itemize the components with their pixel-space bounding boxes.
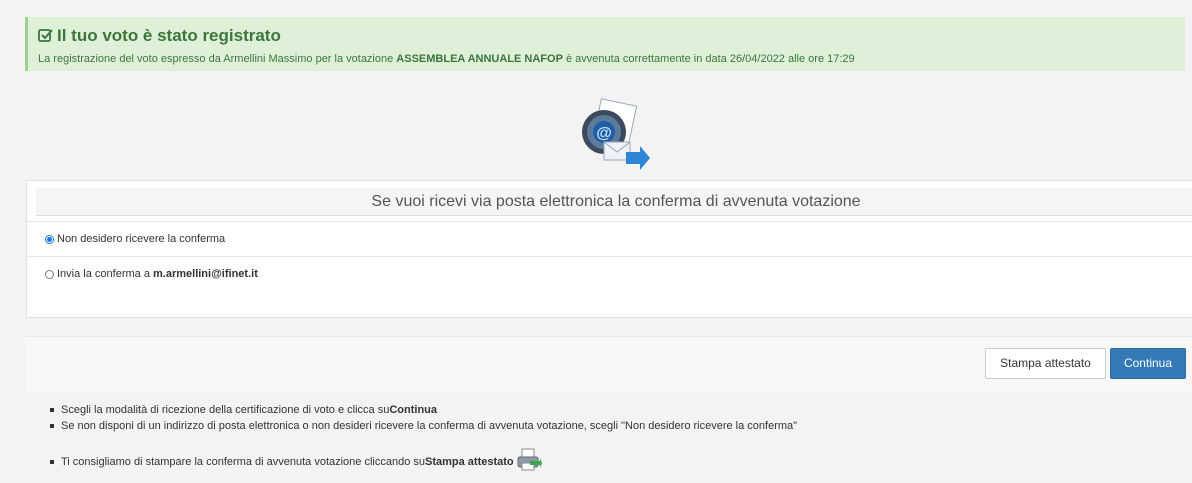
option-no-confirmation-label: Non desidero ricevere la conferma xyxy=(57,233,226,245)
bullet xyxy=(50,408,54,412)
list-item: Ti consigliamo di stampare la conferma d… xyxy=(50,448,542,475)
list-item: Scegli la modalità di ricezione della ce… xyxy=(50,404,437,416)
bullet xyxy=(50,459,54,464)
print-certificate-button[interactable]: Stampa attestato xyxy=(985,348,1106,379)
note-text: Scegli la modalità di ricezione della ce… xyxy=(61,404,390,416)
printer-icon xyxy=(516,448,542,475)
radio-no-confirmation[interactable] xyxy=(45,234,54,244)
note-text: Se non disponi di un indirizzo di posta … xyxy=(61,420,798,432)
note-bold: Stampa attestato xyxy=(425,455,514,468)
check-square-icon xyxy=(38,27,53,49)
email-confirmation-panel: Se vuoi ricevi via posta elettronica la … xyxy=(26,180,1192,318)
alert-title-text: Il tuo voto è stato registrato xyxy=(57,26,281,45)
email-send-icon: @ xyxy=(574,96,654,172)
svg-text:@: @ xyxy=(596,125,612,142)
voting-name: ASSEMBLEA ANNUALE NAFOP xyxy=(396,53,563,65)
alert-title: Il tuo voto è stato registrato xyxy=(38,25,1185,49)
continue-button[interactable]: Continua xyxy=(1110,348,1186,379)
list-item: Se non disponi di un indirizzo di posta … xyxy=(50,420,797,432)
alert-text-pre: La registrazione del voto espresso da Ar… xyxy=(38,53,397,65)
option-no-confirmation[interactable]: Non desidero ricevere la conferma xyxy=(45,233,225,245)
option-send-label: Invia la conferma a xyxy=(57,268,150,280)
panel-heading: Se vuoi ricevi via posta elettronica la … xyxy=(36,188,1192,216)
radio-send-confirmation[interactable] xyxy=(45,269,54,279)
divider xyxy=(27,256,1192,257)
success-alert: Il tuo voto è stato registrato La regist… xyxy=(25,17,1185,71)
note-text: Ti consigliamo di stampare la conferma d… xyxy=(61,455,425,468)
divider xyxy=(27,221,1192,222)
alert-message: La registrazione del voto espresso da Ar… xyxy=(38,53,1185,65)
note-bold: Continua xyxy=(389,404,438,416)
bullet xyxy=(50,424,54,428)
option-send-confirmation[interactable]: Invia la conferma a m.armellini@ifinet.i… xyxy=(45,268,258,280)
confirmation-email: m.armellini@ifinet.it xyxy=(153,268,258,280)
alert-text-post: è avvenuta correttamente in data 26/04/2… xyxy=(562,53,855,65)
